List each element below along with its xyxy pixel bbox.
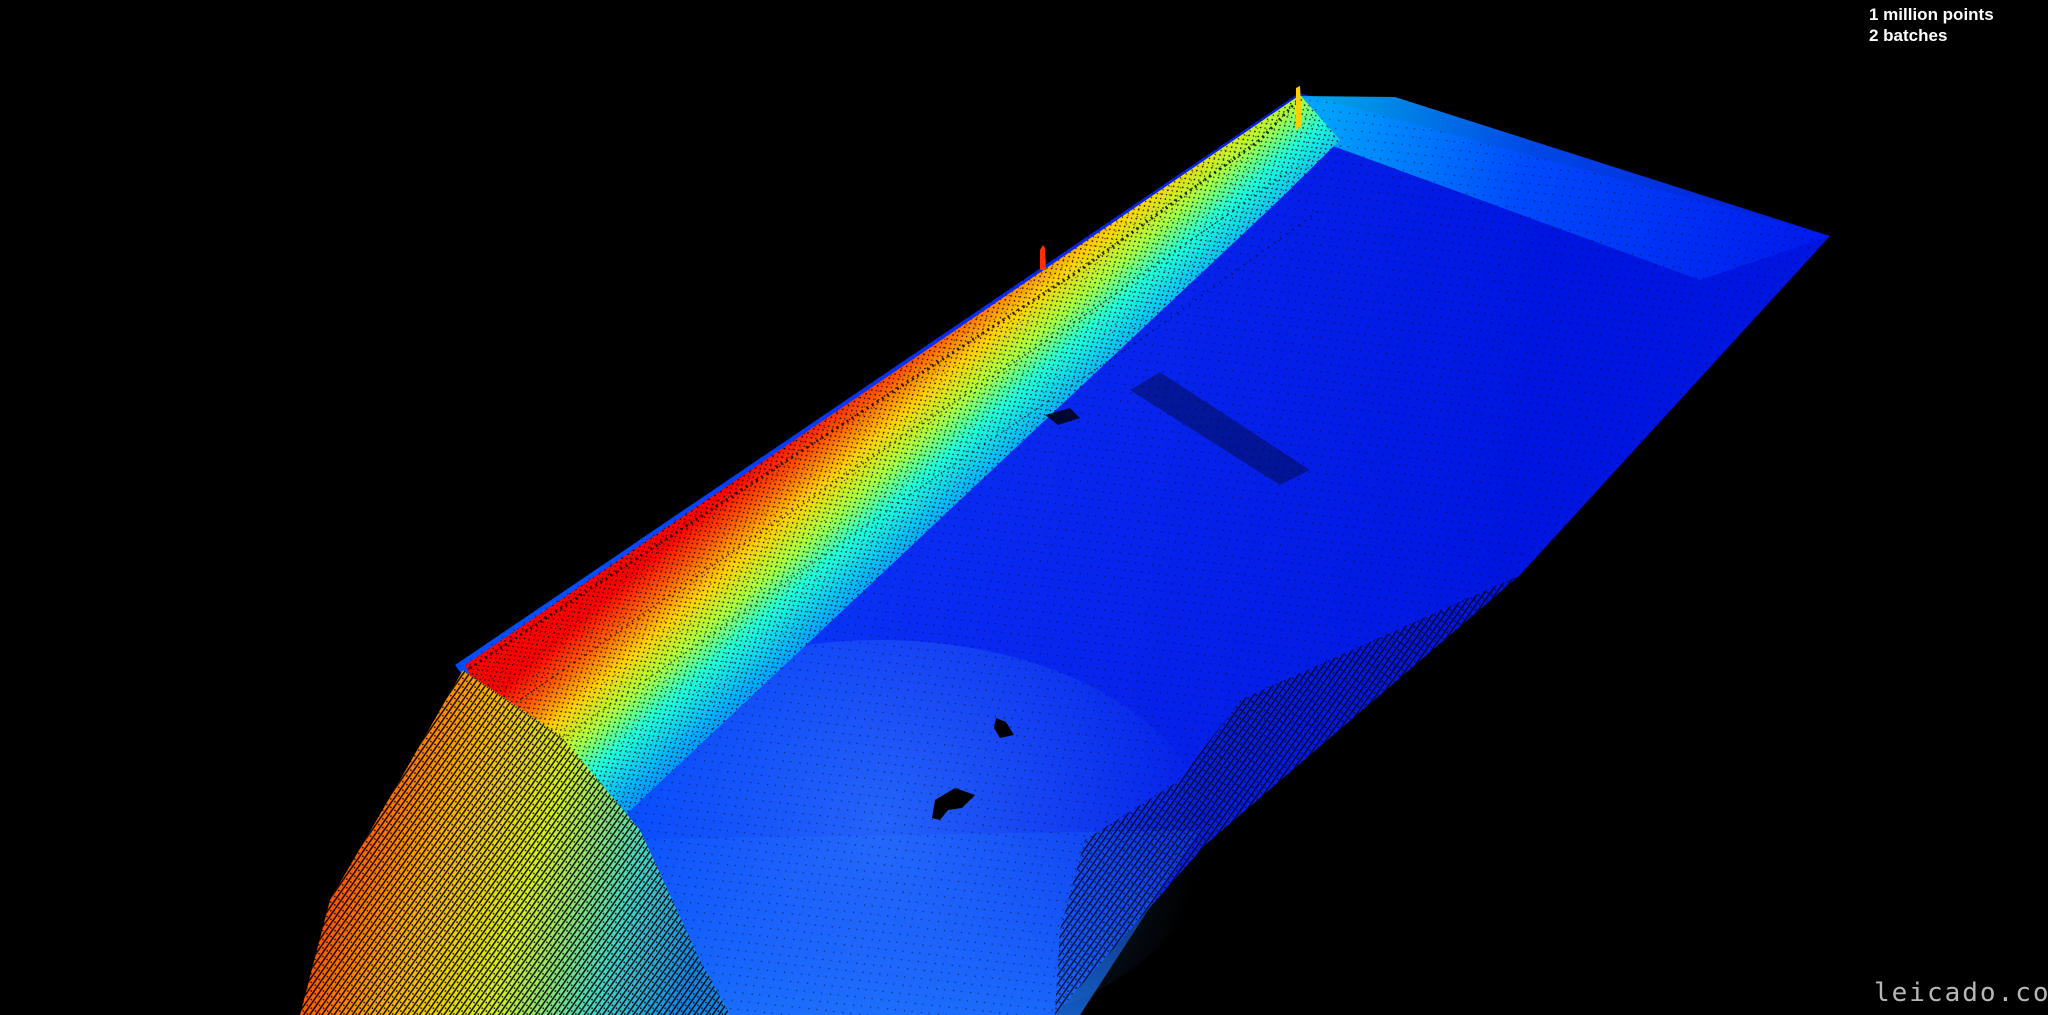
point-cloud-viewport[interactable]: 1 million points 2 batches leicado.com <box>0 0 2048 1015</box>
point-stats-overlay: 1 million points 2 batches <box>1869 4 1994 46</box>
watermark-text: leicado.com <box>1874 978 2048 1008</box>
point-count-label: 1 million points <box>1869 5 1994 24</box>
batch-count-label: 2 batches <box>1869 26 1948 45</box>
point-cloud-render[interactable] <box>0 0 2048 1015</box>
point-cloud-surface <box>300 86 1830 1015</box>
